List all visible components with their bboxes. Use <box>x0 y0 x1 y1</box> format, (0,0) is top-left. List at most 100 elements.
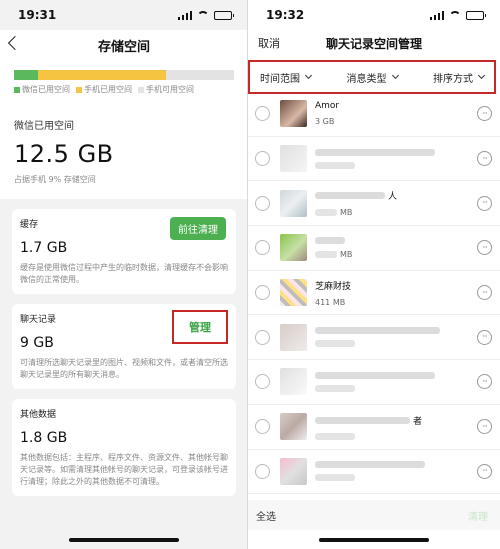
chat-meta: MB <box>315 236 353 259</box>
other-data-description: 其他数据包括：主程序、程序文件、资源文件、其他帐号聊天记录等。如需清理其他帐号的… <box>20 453 228 486</box>
more-options-icon[interactable]: ··· <box>477 240 492 256</box>
select-radio[interactable] <box>255 463 270 479</box>
chat-size: MB <box>340 208 353 218</box>
back-arrow-icon[interactable] <box>7 35 23 51</box>
chat-size-line <box>315 161 438 169</box>
blurred-size <box>315 340 355 348</box>
chat-meta <box>315 148 438 169</box>
filter-message-type[interactable]: 消息类型 <box>347 70 399 85</box>
storage-bar-wechat-segment <box>14 70 39 80</box>
legend-swatch <box>138 86 144 93</box>
chat-name-line <box>315 236 352 244</box>
chat-list-row[interactable]: ··· <box>248 315 500 361</box>
cache-description: 缓存是使用微信过程中产生的临时数据，清理缓存不会影响微信的正常使用。 <box>20 263 228 284</box>
more-options-icon[interactable]: ··· <box>477 195 492 211</box>
select-all-button[interactable]: 全选 <box>256 508 276 523</box>
chat-size: 3 GB <box>315 117 335 127</box>
chat-name: Amor <box>315 101 340 112</box>
cancel-button[interactable]: 取消 <box>258 35 280 51</box>
chat-name-line <box>315 371 438 379</box>
chat-list-row[interactable]: MB ··· <box>248 226 500 271</box>
filter-sort-order[interactable]: 排序方式 <box>433 70 486 85</box>
bottom-action-bar: 全选 清理 <box>248 500 500 530</box>
status-bar: 19:32 <box>248 0 500 30</box>
storage-screen: 19:31 存储空间 微信已用空间 手机已用空间 手机可用空间 微信已用空间 1… <box>0 0 248 549</box>
chat-storage-manage-screen: 19:32 取消 聊天记录空间管理 时间范围 消息类型 排序方式 Amor 3 G… <box>248 0 500 549</box>
more-options-icon[interactable]: ··· <box>477 329 492 345</box>
other-data-size: 1.8 GB <box>20 430 68 446</box>
legend-item-wechat: 微信已用空间 <box>14 84 70 95</box>
chat-size-line: 411 MB <box>315 298 351 307</box>
chat-list-row[interactable]: 者 ··· <box>248 405 500 450</box>
go-clean-button[interactable]: 前往清理 <box>170 217 226 240</box>
nav-header: 取消 聊天记录空间管理 <box>248 30 500 56</box>
home-indicator <box>69 538 179 542</box>
chat-list-row[interactable]: 人 MB ··· <box>248 181 500 227</box>
avatar <box>280 189 307 217</box>
chat-meta <box>315 461 428 482</box>
blurred-name <box>315 371 435 379</box>
storage-summary: 微信已用空间 手机已用空间 手机可用空间 微信已用空间 12.5 GB 占据手机… <box>0 60 248 199</box>
chat-size: MB <box>340 249 353 259</box>
chat-list: Amor 3 GB ··· ··· 人 MB ··· MB ··· 芝麻财技 411 MB ··· ··… <box>248 92 500 495</box>
chat-list-row[interactable]: Amor 3 GB ··· <box>248 92 500 137</box>
manage-button[interactable]: 管理 <box>172 310 228 344</box>
chat-name-line <box>315 148 438 156</box>
legend-swatch <box>76 86 82 93</box>
status-time: 19:31 <box>18 8 57 22</box>
other-data-title: 其他数据 <box>20 410 57 420</box>
legend-item-free: 手机可用空间 <box>138 84 194 95</box>
chat-size-line <box>315 432 422 440</box>
select-radio[interactable] <box>255 374 270 390</box>
select-radio[interactable] <box>255 195 270 211</box>
chat-size-line <box>315 474 428 482</box>
avatar <box>280 323 307 351</box>
avatar <box>280 457 307 485</box>
chat-size-line: 3 GB <box>315 117 339 126</box>
more-options-icon[interactable]: ··· <box>477 463 492 479</box>
chat-name: 者 <box>413 416 423 427</box>
chat-list-row[interactable]: ··· <box>248 360 500 405</box>
legend-item-phone: 手机已用空间 <box>76 84 132 95</box>
blurred-size <box>315 209 337 217</box>
chat-history-description: 可清理所选聊天记录里的图片、视频和文件，或者清空所选聊天记录里的所有聊天消息。 <box>20 358 228 379</box>
chat-size-line <box>315 384 438 392</box>
other-data-card: 其他数据 1.8 GB 其他数据包括：主程序、程序文件、资源文件、其他帐号聊天记… <box>12 399 236 496</box>
more-options-icon[interactable]: ··· <box>477 285 492 301</box>
page-title: 聊天记录空间管理 <box>325 36 422 51</box>
filter-time-range[interactable]: 时间范围 <box>260 70 313 85</box>
chat-meta <box>315 327 443 348</box>
chat-size: 411 MB <box>315 297 346 307</box>
more-options-icon[interactable]: ··· <box>477 106 492 122</box>
chat-size-line <box>315 340 443 348</box>
more-options-icon[interactable]: ··· <box>477 151 492 167</box>
more-options-icon[interactable]: ··· <box>477 374 492 390</box>
blurred-size <box>315 161 355 169</box>
nav-header: 存储空间 <box>0 30 248 60</box>
storage-usage-bar <box>14 70 234 80</box>
more-options-icon[interactable]: ··· <box>477 419 492 435</box>
status-bar: 19:31 <box>0 0 248 30</box>
chat-list-row[interactable]: 芝麻财技 411 MB ··· <box>248 271 500 316</box>
select-radio[interactable] <box>255 285 270 301</box>
blurred-size <box>315 384 355 392</box>
home-indicator <box>319 538 429 542</box>
select-radio[interactable] <box>255 240 270 256</box>
signal-icon <box>429 10 444 20</box>
select-radio[interactable] <box>255 419 270 435</box>
chat-name-line: Amor <box>315 101 339 111</box>
chat-meta: 人 MB <box>315 189 397 217</box>
chat-list-row[interactable]: ··· <box>248 450 500 495</box>
avatar <box>280 100 307 128</box>
select-radio[interactable] <box>255 329 270 345</box>
chat-name-line: 人 <box>315 189 397 202</box>
legend-swatch <box>14 86 20 93</box>
chat-list-row[interactable]: ··· <box>248 137 500 182</box>
chat-name-line <box>315 327 443 335</box>
blurred-size <box>315 474 355 482</box>
clean-button[interactable]: 清理 <box>468 508 488 523</box>
avatar <box>280 368 307 396</box>
select-radio[interactable] <box>255 106 270 122</box>
chevron-down-icon <box>477 71 486 80</box>
select-radio[interactable] <box>255 151 270 167</box>
